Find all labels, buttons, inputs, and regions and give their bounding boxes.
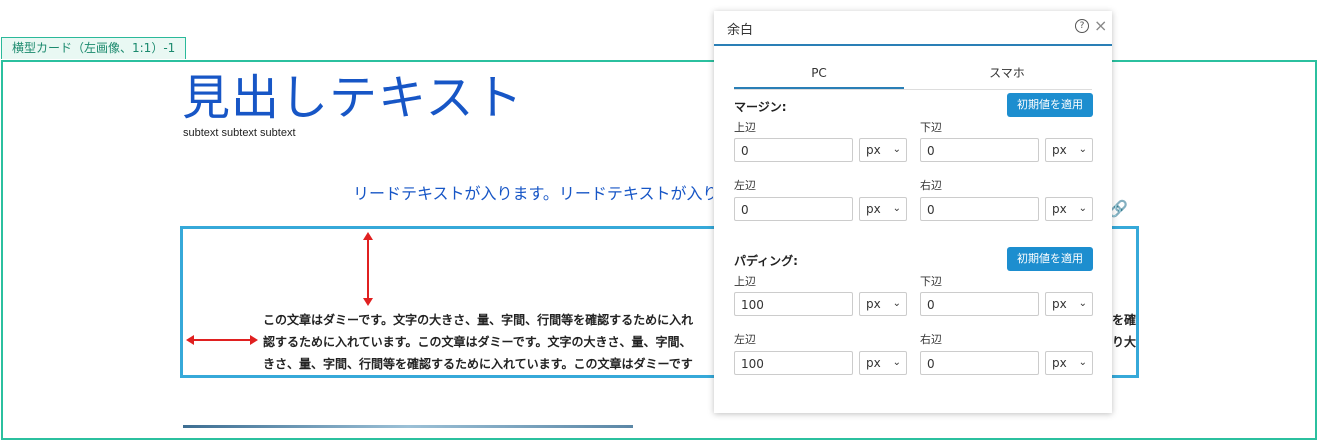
chevron-down-icon: ⌄ bbox=[1078, 298, 1087, 309]
body-text[interactable]: この文章はダミーです。文字の大きさ、量、字間、行間等を確認するために入れ 認する… bbox=[263, 309, 723, 375]
chevron-down-icon: ⌄ bbox=[892, 203, 901, 214]
padding-left-input[interactable]: 100 bbox=[734, 351, 853, 375]
body-text-overflow: を確 り大 bbox=[1112, 309, 1136, 353]
padding-top-arrow-icon bbox=[363, 232, 373, 306]
margin-bottom-unit-select[interactable]: px ⌄ bbox=[1045, 138, 1093, 162]
chevron-down-icon: ⌄ bbox=[1078, 144, 1087, 155]
body-line: きさ、量、字間、行間等を確認するために入れています。この文章はダミーです bbox=[263, 357, 693, 371]
margin-right-unit-select[interactable]: px ⌄ bbox=[1045, 197, 1093, 221]
chevron-down-icon: ⌄ bbox=[892, 357, 901, 368]
lead-text[interactable]: リードテキストが入ります。リードテキストが入り bbox=[353, 180, 713, 204]
margin-left-label: 左辺 bbox=[734, 179, 756, 192]
margin-bottom-label: 下辺 bbox=[920, 121, 942, 134]
chevron-down-icon: ⌄ bbox=[1078, 357, 1087, 368]
unit-value: px bbox=[1052, 202, 1067, 216]
card-label-tab[interactable]: 横型カード（左画像、1:1）-1 bbox=[1, 37, 187, 59]
margin-right-label: 右辺 bbox=[920, 179, 942, 192]
tab-pc[interactable]: PC bbox=[734, 63, 904, 89]
body-line: を確 bbox=[1112, 313, 1137, 327]
padding-top-unit-select[interactable]: px ⌄ bbox=[859, 292, 907, 316]
margin-top-input[interactable]: 0 bbox=[734, 138, 853, 162]
body-line: 認するために入れています。この文章はダミーです。文字の大きさ、量、字間、 bbox=[263, 335, 692, 349]
device-tabs: PC スマホ bbox=[734, 63, 1092, 90]
close-icon[interactable]: × bbox=[1094, 16, 1107, 35]
unit-value: px bbox=[1052, 143, 1067, 157]
margin-left-unit-select[interactable]: px ⌄ bbox=[859, 197, 907, 221]
padding-top-label: 上辺 bbox=[734, 275, 756, 288]
body-line: この文章はダミーです。文字の大きさ、量、字間、行間等を確認するために入れ bbox=[263, 313, 694, 327]
padding-bottom-unit-select[interactable]: px ⌄ bbox=[1045, 292, 1093, 316]
padding-bottom-input[interactable]: 0 bbox=[920, 292, 1039, 316]
body-line: り大 bbox=[1112, 335, 1137, 349]
padding-apply-default-button[interactable]: 初期値を適用 bbox=[1007, 247, 1093, 271]
unit-value: px bbox=[1052, 356, 1067, 370]
panel-header: 余白 ? × bbox=[714, 11, 1112, 46]
margin-left-input[interactable]: 0 bbox=[734, 197, 853, 221]
padding-left-arrow-icon bbox=[186, 335, 258, 345]
padding-left-unit-select[interactable]: px ⌄ bbox=[859, 351, 907, 375]
spacing-panel: 余白 ? × PC スマホ マージン: 初期値を適用 上辺 下辺 0 px ⌄ 0… bbox=[714, 11, 1112, 413]
margin-label: マージン: bbox=[734, 100, 787, 114]
padding-right-label: 右辺 bbox=[920, 333, 942, 346]
margin-top-unit-select[interactable]: px ⌄ bbox=[859, 138, 907, 162]
heading-text[interactable]: 見出しテキスト bbox=[182, 58, 524, 128]
unit-value: px bbox=[866, 143, 881, 157]
chevron-down-icon: ⌄ bbox=[892, 144, 901, 155]
margin-apply-default-button[interactable]: 初期値を適用 bbox=[1007, 93, 1093, 117]
margin-right-input[interactable]: 0 bbox=[920, 197, 1039, 221]
padding-bottom-label: 下辺 bbox=[920, 275, 942, 288]
unit-value: px bbox=[866, 297, 881, 311]
padding-left-label: 左辺 bbox=[734, 333, 756, 346]
unit-value: px bbox=[866, 202, 881, 216]
padding-top-input[interactable]: 100 bbox=[734, 292, 853, 316]
margin-bottom-input[interactable]: 0 bbox=[920, 138, 1039, 162]
padding-right-input[interactable]: 0 bbox=[920, 351, 1039, 375]
margin-top-label: 上辺 bbox=[734, 121, 756, 134]
unit-value: px bbox=[866, 356, 881, 370]
help-icon[interactable]: ? bbox=[1075, 19, 1089, 33]
tab-smartphone[interactable]: スマホ bbox=[922, 63, 1092, 87]
padding-label: パディング: bbox=[734, 254, 798, 268]
subtext[interactable]: subtext subtext subtext bbox=[183, 127, 296, 139]
chevron-down-icon: ⌄ bbox=[1078, 203, 1087, 214]
padding-right-unit-select[interactable]: px ⌄ bbox=[1045, 351, 1093, 375]
unit-value: px bbox=[1052, 297, 1067, 311]
panel-title: 余白 bbox=[727, 23, 754, 38]
chevron-down-icon: ⌄ bbox=[892, 298, 901, 309]
